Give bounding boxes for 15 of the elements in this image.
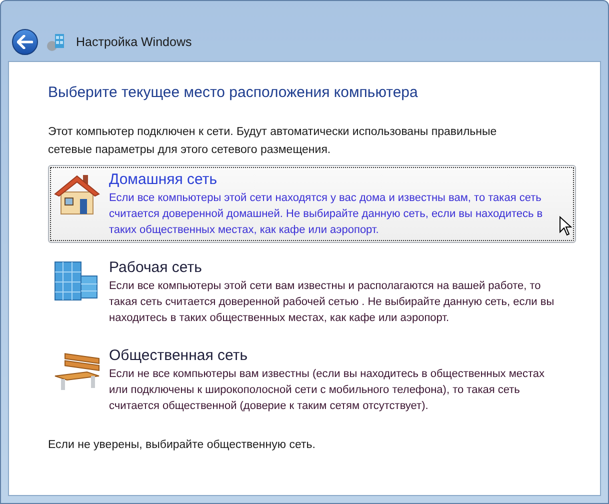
option-description: Если не все компьютеры вам известны (если вы находитесь в общественных местах или подключены к широкополосной сети с мобильного телефона), то такая сеть считается общественной (доверие к таким сетям отсутствует). <box>109 366 546 414</box>
option-title: Домашняя сеть <box>109 170 218 190</box>
option-description: Если все компьютеры этой сети находятся у вас дома и известны вам, то такая сеть считается доверенной домашней. Не выбирайте данную сеть, если вы находитесь в таких общественных местах, как кафе или аэропорт. <box>109 190 544 238</box>
intro-text: Этот компьютер подключен к сети. Будут автоматически использованы правильные сетевые параметры для этого сетевого размещения. <box>48 124 498 158</box>
setup-icon <box>46 32 66 52</box>
option-title: Рабочая сеть <box>109 258 203 278</box>
footer-text: Если не уверены, выбирайте общественную сеть. <box>48 438 316 452</box>
option-description: Если все компьютеры этой сети вам известны и располагаются на вашей работе, то такая сеть считается доверенной рабочей сетью . Не выбирайте данную сеть, если вы находитесь в таких общественных местах, как кафе или аэропорт. <box>109 278 555 326</box>
window-title: Настройка Windows <box>76 34 192 51</box>
cursor-icon <box>559 216 572 236</box>
back-button[interactable] <box>12 29 38 55</box>
option-title: Общественная сеть <box>109 346 249 366</box>
page-heading: Выберите текущее место расположения компьютера <box>48 83 419 103</box>
back-arrow-icon <box>17 35 33 49</box>
network-option[interactable] <box>48 164 576 242</box>
